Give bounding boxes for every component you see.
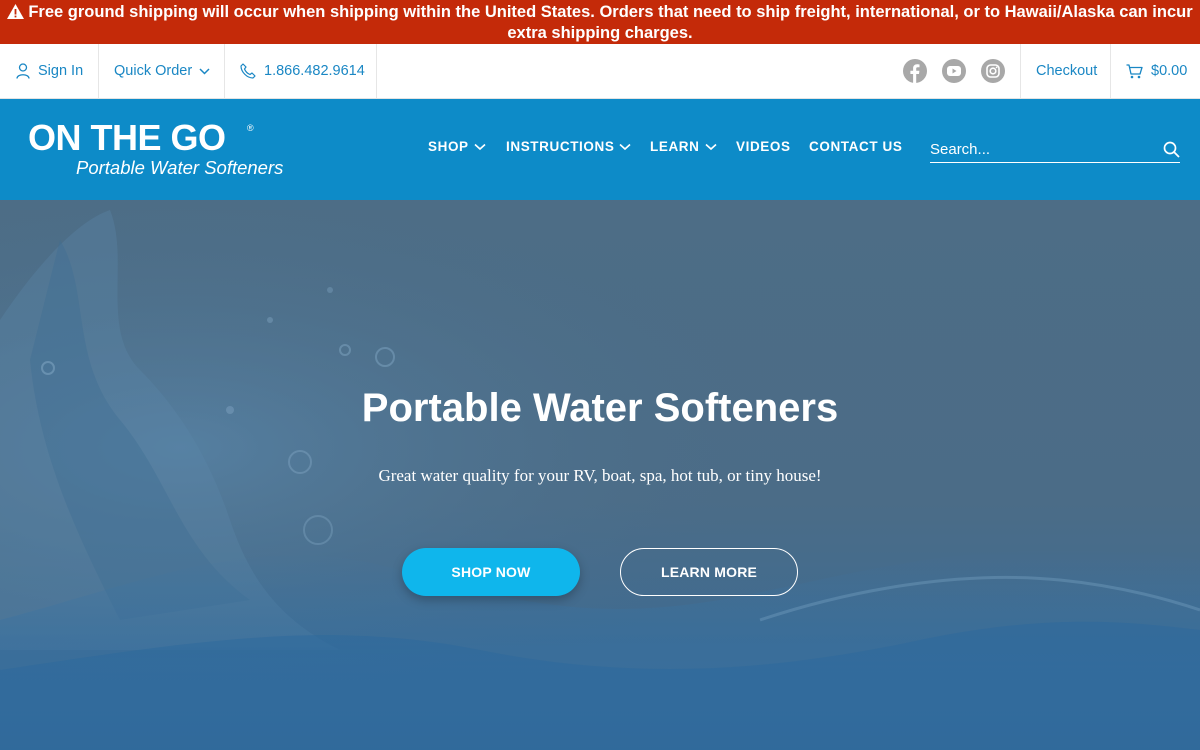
search-icon[interactable] bbox=[1163, 141, 1180, 163]
shop-now-button[interactable]: SHOP NOW bbox=[402, 548, 580, 596]
phone-number: 1.866.482.9614 bbox=[264, 63, 365, 79]
checkout-label: Checkout bbox=[1036, 63, 1098, 79]
nav-shop[interactable]: SHOP bbox=[428, 139, 486, 154]
sign-in-link[interactable]: Sign In bbox=[16, 44, 83, 98]
checkout-link[interactable]: Checkout bbox=[1036, 44, 1097, 98]
learn-more-button[interactable]: LEARN MORE bbox=[620, 548, 798, 596]
registered-mark: ® bbox=[247, 123, 254, 133]
utility-bar: Sign In Quick Order 1.866.482.9614 Check… bbox=[0, 44, 1200, 99]
shipping-announcement-bar: Free ground shipping will occur when shi… bbox=[0, 0, 1200, 44]
logo-title: ON THE GO bbox=[28, 117, 226, 158]
instagram-icon[interactable] bbox=[981, 59, 1005, 83]
chevron-down-icon bbox=[199, 67, 210, 75]
utility-divider bbox=[1020, 44, 1021, 98]
nav-shop-label: SHOP bbox=[428, 139, 469, 154]
hero-banner: Portable Water Softeners Great water qua… bbox=[0, 200, 1200, 750]
nav-learn-label: LEARN bbox=[650, 139, 700, 154]
quick-order-dropdown[interactable]: Quick Order bbox=[114, 44, 210, 98]
utility-divider bbox=[224, 44, 225, 98]
warning-icon bbox=[7, 4, 25, 24]
nav-videos-label: VIDEOS bbox=[736, 139, 791, 154]
quick-order-label: Quick Order bbox=[114, 63, 193, 79]
main-navigation: ON THE GO ® Portable Water Softeners SHO… bbox=[0, 99, 1200, 200]
nav-videos[interactable]: VIDEOS bbox=[736, 139, 791, 154]
hero-title: Portable Water Softeners bbox=[361, 386, 839, 430]
cart-icon bbox=[1126, 63, 1143, 78]
nav-instructions[interactable]: INSTRUCTIONS bbox=[506, 139, 631, 154]
nav-instructions-label: INSTRUCTIONS bbox=[506, 139, 615, 154]
phone-link[interactable]: 1.866.482.9614 bbox=[240, 44, 365, 98]
chevron-down-icon bbox=[704, 143, 717, 150]
facebook-icon[interactable] bbox=[903, 59, 927, 83]
sign-in-label: Sign In bbox=[38, 63, 84, 79]
cart-link[interactable]: $0.00 bbox=[1126, 44, 1187, 98]
search-input[interactable] bbox=[930, 137, 1150, 161]
cart-total: $0.00 bbox=[1151, 63, 1188, 79]
nav-learn[interactable]: LEARN bbox=[650, 139, 717, 154]
phone-icon bbox=[240, 63, 256, 79]
user-icon bbox=[16, 63, 30, 79]
utility-divider bbox=[376, 44, 377, 98]
hero-subtitle: Great water quality for your RV, boat, s… bbox=[378, 466, 822, 485]
announcement-line-1: Free ground shipping will occur when shi… bbox=[28, 3, 1193, 21]
search-box bbox=[930, 137, 1180, 163]
nav-contact-label: CONTACT US bbox=[809, 139, 903, 154]
nav-contact-us[interactable]: CONTACT US bbox=[809, 139, 903, 154]
utility-divider bbox=[98, 44, 99, 98]
announcement-line-2: extra shipping charges. bbox=[507, 24, 693, 42]
logo-subtitle: Portable Water Softeners bbox=[76, 157, 284, 178]
youtube-icon[interactable] bbox=[942, 59, 966, 83]
site-logo[interactable]: ON THE GO ® Portable Water Softeners bbox=[28, 119, 288, 181]
chevron-down-icon bbox=[619, 143, 631, 150]
utility-divider bbox=[1110, 44, 1111, 98]
chevron-down-icon bbox=[474, 143, 486, 150]
